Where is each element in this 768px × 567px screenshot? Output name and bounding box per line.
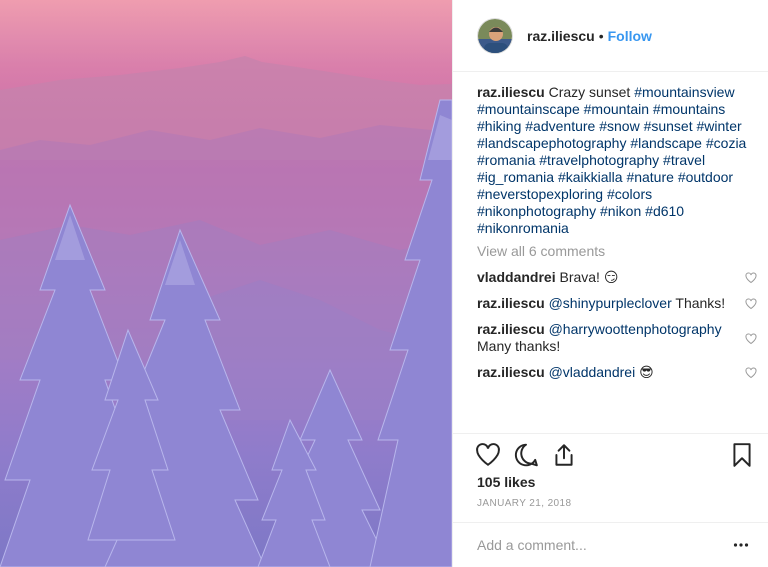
more-options-icon[interactable] [733, 537, 749, 553]
hashtag-link[interactable]: #kaikkialla [558, 169, 623, 185]
hashtag-link[interactable]: #adventure [525, 118, 595, 134]
caption-author[interactable]: raz.iliescu [477, 84, 545, 100]
comment-item: raz.iliescu @harrywoottenphotography Man… [477, 321, 757, 355]
hashtag-link[interactable]: #hiking [477, 118, 521, 134]
hashtag-link[interactable]: #nikonromania [477, 220, 569, 236]
caption-text: Crazy sunset [548, 84, 631, 100]
separator-dot: • [598, 27, 604, 44]
hashtag-link[interactable]: #winter [697, 118, 742, 134]
comment-input[interactable] [477, 535, 717, 555]
caption: raz.iliescu Crazy sunset #mountainsview … [477, 84, 757, 237]
hashtag-link[interactable]: #ig_romania [477, 169, 554, 185]
comment-mention[interactable]: @shinypurpleclover [549, 295, 672, 311]
comment-item: raz.iliescu @vladdandrei 😎 [477, 364, 757, 381]
hashtag-link[interactable]: #romania [477, 152, 535, 168]
post-header: raz.iliescu • Follow [453, 0, 768, 72]
heart-icon[interactable] [745, 272, 757, 284]
hashtag-link[interactable]: #nikon [600, 203, 641, 219]
post-date: JANUARY 21, 2018 [477, 498, 572, 509]
comments-list: raz.iliescu Crazy sunset #mountainsview … [477, 84, 757, 381]
comment-mention[interactable]: @harrywoottenphotography [549, 321, 722, 337]
hashtag-link[interactable]: #outdoor [678, 169, 733, 185]
hashtag-link[interactable]: #nature [626, 169, 673, 185]
hashtag-link[interactable]: #mountain [584, 101, 649, 117]
comment-mention[interactable]: @vladdandrei [549, 364, 636, 380]
likes-count[interactable]: 105 likes [477, 474, 535, 490]
hashtag-link[interactable]: #travelphotography [539, 152, 659, 168]
post-author[interactable]: raz.iliescu [527, 28, 595, 44]
bookmark-icon[interactable] [729, 442, 755, 468]
hashtag-link[interactable]: #cozia [706, 135, 746, 151]
share-icon[interactable] [551, 442, 577, 468]
comment-item: raz.iliescu @shinypurpleclover Thanks! [477, 295, 757, 312]
heart-icon[interactable] [745, 367, 757, 379]
heart-icon[interactable] [475, 442, 501, 468]
post-photo[interactable] [0, 0, 452, 567]
post-panel: raz.iliescu • Follow raz.iliescu Crazy s… [452, 0, 768, 567]
hashtag-link[interactable]: #snow [599, 118, 639, 134]
hashtag-link[interactable]: #colors [607, 186, 652, 202]
comment-text: Thanks! [675, 295, 726, 311]
add-comment-bar [453, 522, 768, 567]
comment-text: 😎 [639, 364, 654, 380]
hashtag-link[interactable]: #mountainscape [477, 101, 580, 117]
hashtag-link[interactable]: #mountainsview [634, 84, 734, 100]
caption-hashtags: #mountainsview #mountainscape #mountain … [477, 84, 746, 236]
hashtag-link[interactable]: #sunset [644, 118, 693, 134]
action-bar [475, 442, 755, 468]
hashtag-link[interactable]: #mountains [653, 101, 725, 117]
hashtag-link[interactable]: #landscape [630, 135, 702, 151]
heart-icon[interactable] [745, 333, 757, 345]
comment-icon[interactable] [513, 442, 539, 468]
comment-text: Brava! 😏 [559, 269, 619, 285]
heart-icon[interactable] [745, 298, 757, 310]
hashtag-link[interactable]: #d610 [645, 203, 684, 219]
landscape-photo [0, 0, 452, 567]
hashtag-link[interactable]: #landscapephotography [477, 135, 626, 151]
hashtag-link[interactable]: #neverstopexploring [477, 186, 603, 202]
avatar[interactable] [477, 17, 513, 54]
comment-author[interactable]: raz.iliescu [477, 321, 545, 337]
comment-author[interactable]: vladdandrei [477, 269, 556, 285]
actions-divider [453, 433, 768, 434]
comment-author[interactable]: raz.iliescu [477, 364, 545, 380]
view-all-comments[interactable]: View all 6 comments [477, 243, 757, 260]
comment-author[interactable]: raz.iliescu [477, 295, 545, 311]
hashtag-link[interactable]: #nikonphotography [477, 203, 596, 219]
hashtag-link[interactable]: #travel [663, 152, 705, 168]
comment-item: vladdandrei Brava! 😏 [477, 269, 757, 286]
follow-button[interactable]: Follow [608, 28, 652, 44]
comment-text: Many thanks! [477, 338, 561, 354]
